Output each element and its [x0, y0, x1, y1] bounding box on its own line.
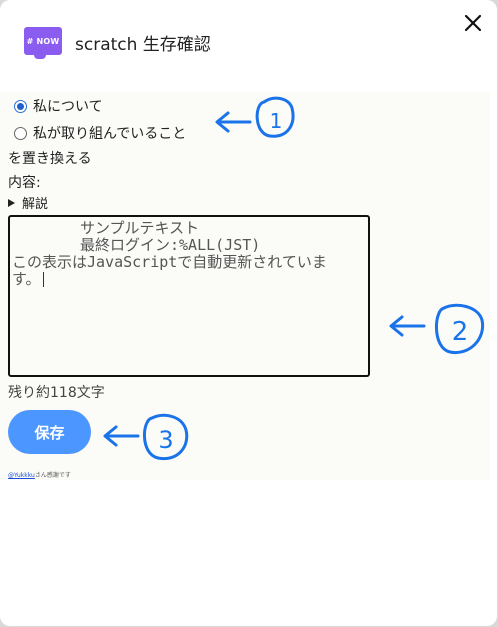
close-button[interactable] [458, 8, 488, 38]
form-area: 私について 私が取り組んでいること を置き換える 内容: 解説 サンプルテキスト… [0, 92, 490, 480]
annotation-arrow-icon-1: 1 [215, 96, 295, 138]
textarea-line-last: す。 [12, 271, 366, 288]
annotation-number: 1 [270, 109, 283, 133]
save-button[interactable]: 保存 [8, 410, 91, 454]
option-about-me[interactable]: 私について [14, 96, 103, 116]
details-toggle[interactable]: 解説 [8, 193, 48, 212]
annotation-arrow-icon-2: 2 [389, 303, 485, 355]
dialog-header: # NOW scratch 生存確認 [0, 0, 497, 82]
content-textarea[interactable]: サンプルテキスト 最終ログイン:%ALL(JST) この表示はJavaScrip… [8, 215, 370, 377]
text-cursor [42, 272, 44, 287]
dialog: # NOW scratch 生存確認 私について 私が取り組んでいること を置き… [0, 0, 497, 626]
annotation-arrow-icon-3: 3 [103, 413, 189, 461]
remaining-count: 残り約118文字 [8, 385, 105, 401]
page-title: scratch 生存確認 [75, 35, 211, 55]
details-label: 解説 [22, 197, 49, 212]
credit-line: @Yukkkuさん感謝です [8, 470, 71, 479]
replace-label: を置き換える [8, 151, 92, 167]
option-working-on[interactable]: 私が取り組んでいること [14, 123, 186, 143]
textarea-line: サンプルテキスト [80, 219, 200, 237]
credit-text: さん感謝です [34, 472, 71, 479]
content-label: 内容: [8, 175, 41, 191]
textarea-line: 最終ログイン:%ALL(JST) [80, 236, 261, 254]
credit-link[interactable]: @Yukkku [8, 472, 35, 479]
textarea-line-text: す。 [12, 270, 41, 288]
radio-working-on[interactable] [14, 126, 27, 140]
textarea-line: この表示はJavaScriptで自動更新されていま [12, 253, 327, 271]
disclosure-triangle-icon [8, 198, 15, 207]
annotation-number: 3 [158, 426, 173, 454]
app-logo: # NOW [24, 27, 62, 59]
option-label: 私について [33, 99, 103, 115]
annotation-number: 2 [452, 317, 469, 347]
option-label: 私が取り組んでいること [33, 126, 187, 142]
close-icon [464, 14, 482, 32]
radio-about-me[interactable] [14, 99, 27, 113]
